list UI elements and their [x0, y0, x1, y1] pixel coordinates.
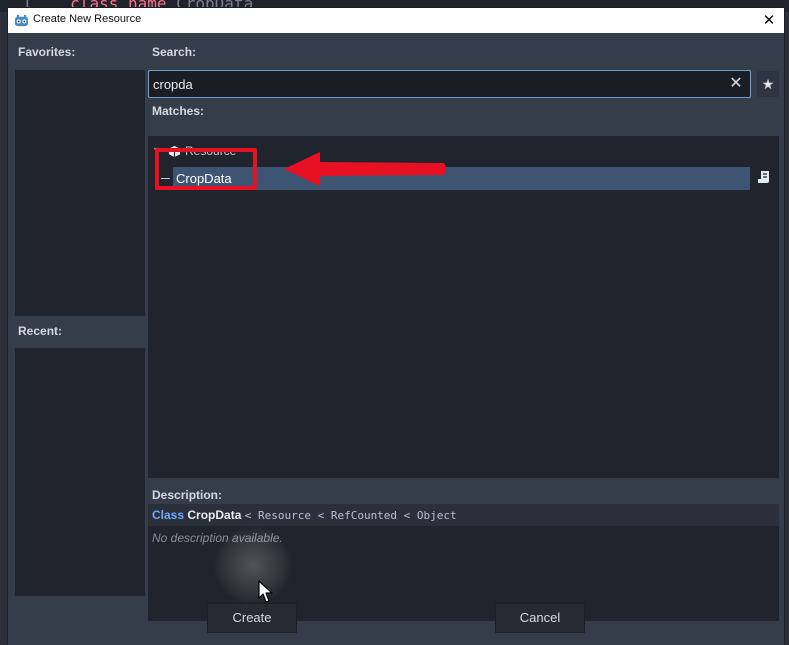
- title-bar[interactable]: Create New Resource ✕: [8, 8, 784, 33]
- collapse-arrow-icon[interactable]: ▼: [152, 145, 161, 155]
- class-keyword: Class: [152, 508, 185, 522]
- close-button[interactable]: ✕: [754, 8, 784, 33]
- create-resource-dialog: Create New Resource ✕ Favorites: Recent:…: [7, 7, 785, 645]
- tree-item-cropdata[interactable]: CropData: [161, 167, 750, 190]
- tree-item-cropdata-label: CropData: [176, 171, 232, 186]
- favorites-list[interactable]: [15, 70, 145, 316]
- inheritance-chain: < Resource < RefCounted < Object: [244, 509, 457, 522]
- tree-item-resource-label: Resource: [185, 144, 237, 158]
- search-label: Search:: [152, 45, 197, 59]
- resource-icon: [168, 145, 181, 158]
- clear-search-icon[interactable]: ✕: [726, 74, 746, 94]
- description-text: No description available.: [152, 531, 283, 545]
- class-name: CropData: [187, 508, 242, 522]
- favorites-label: Favorites:: [18, 45, 76, 59]
- recent-list[interactable]: [15, 348, 145, 596]
- cancel-button[interactable]: Cancel: [495, 603, 585, 633]
- window-title: Create New Resource: [33, 13, 142, 25]
- script-icon[interactable]: [756, 169, 772, 185]
- dialog-content: Favorites: Recent: Search: ✕ ★ Matches: …: [8, 33, 784, 645]
- favorite-star-button[interactable]: ★: [757, 71, 779, 97]
- search-input[interactable]: [153, 74, 723, 94]
- godot-icon: [14, 14, 29, 27]
- description-header: Class CropData < Resource < RefCounted <…: [148, 504, 779, 526]
- description-label: Description:: [152, 488, 223, 502]
- create-button[interactable]: Create: [207, 603, 297, 633]
- tree-branch-line: [161, 178, 170, 179]
- class-signature: Class CropData < Resource < RefCounted <…: [152, 508, 457, 522]
- matches-label: Matches:: [152, 104, 205, 118]
- matches-tree[interactable]: ▼ Resource CropData: [148, 136, 779, 478]
- recent-label: Recent:: [18, 324, 63, 338]
- search-field[interactable]: ✕: [148, 70, 751, 98]
